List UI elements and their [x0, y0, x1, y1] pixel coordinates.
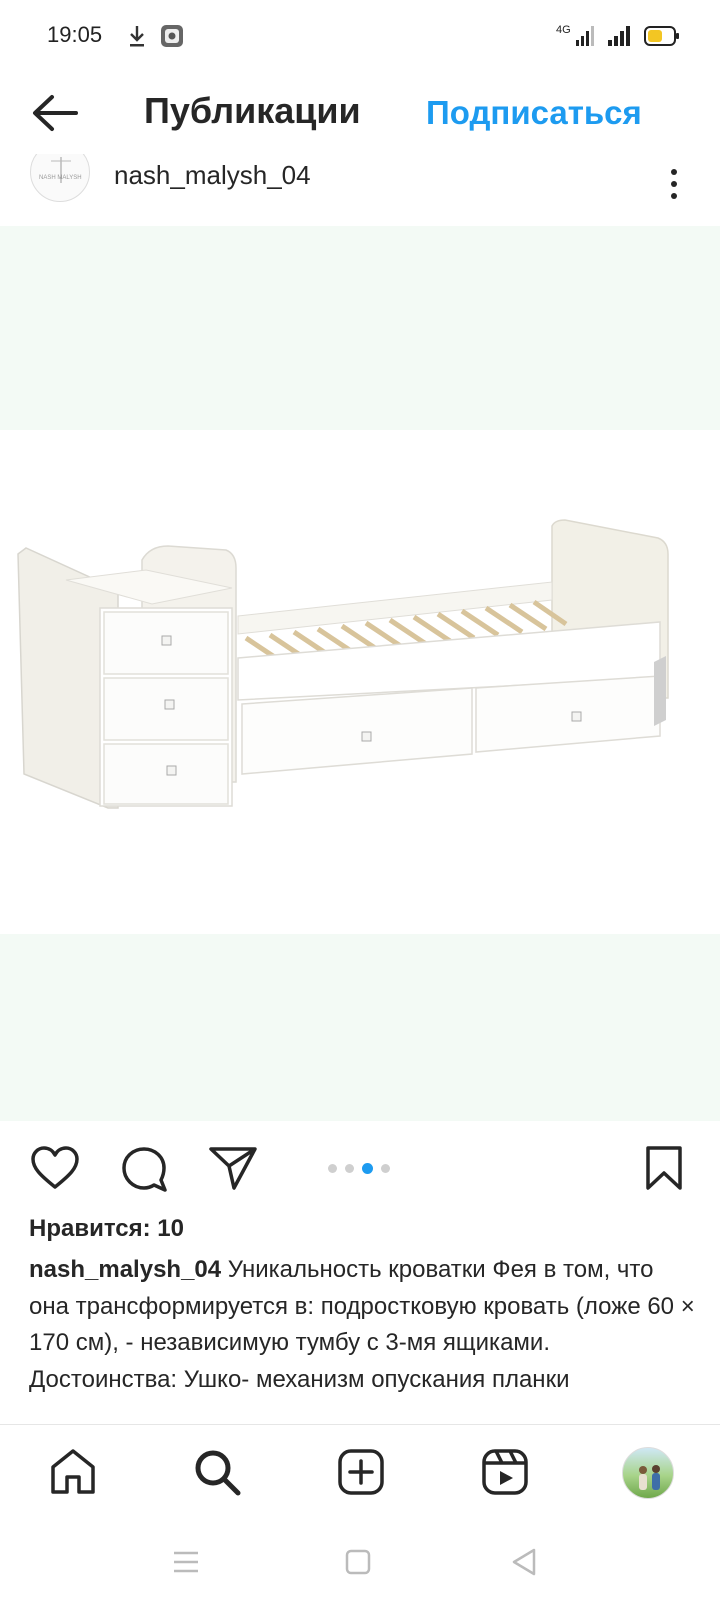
system-navigation [0, 1522, 720, 1600]
reels-icon[interactable] [480, 1447, 530, 1497]
share-icon[interactable] [208, 1145, 258, 1191]
home-square-icon[interactable] [340, 1544, 376, 1580]
status-right: 4G [556, 22, 680, 50]
home-icon[interactable] [48, 1447, 98, 1497]
bookmark-icon[interactable] [644, 1145, 684, 1191]
battery-icon [644, 26, 679, 46]
svg-text:4G: 4G [556, 24, 571, 36]
status-bar: 19:05 4G [0, 0, 720, 72]
crib-illustration [17, 519, 669, 809]
menu-icon[interactable] [168, 1544, 204, 1580]
arrow-left-icon[interactable] [30, 92, 80, 134]
post-author-username[interactable]: nash_malysh_04 [114, 160, 311, 191]
download-icon [130, 26, 144, 47]
back-triangle-icon[interactable] [506, 1544, 542, 1580]
post-image[interactable] [0, 226, 720, 1121]
post-image-content [0, 430, 720, 934]
avatar-logo-icon: NASH MALYSH [39, 157, 82, 183]
post-actions [0, 1121, 720, 1203]
carousel-dot-active [362, 1163, 373, 1174]
comment-icon[interactable] [120, 1145, 168, 1193]
post-author-avatar[interactable]: NASH MALYSH [30, 154, 90, 202]
carousel-dot [328, 1164, 337, 1173]
signal-4g-icon: 4G [556, 24, 594, 46]
more-options-icon[interactable] [664, 166, 684, 202]
top-header: Публикации Подписаться [0, 72, 720, 154]
notification-icon [161, 25, 183, 47]
status-time: 19:05 [47, 22, 103, 47]
caption-username[interactable]: nash_malysh_04 [29, 1256, 221, 1283]
signal-icon [608, 26, 630, 46]
carousel-indicator [328, 1163, 390, 1174]
heart-icon[interactable] [30, 1145, 80, 1191]
carousel-dot [345, 1164, 354, 1173]
profile-photo [639, 1465, 660, 1490]
profile-avatar[interactable] [622, 1447, 674, 1499]
post-header: NASH MALYSH nash_malysh_04 [0, 154, 720, 224]
search-icon[interactable] [192, 1447, 242, 1497]
likes-count[interactable]: Нравится: 10 [29, 1215, 184, 1243]
subscribe-button[interactable]: Подписаться [426, 94, 642, 132]
carousel-dot [381, 1164, 390, 1173]
page-title: Публикации [144, 90, 361, 131]
add-post-icon[interactable] [336, 1447, 386, 1497]
bottom-navigation [0, 1424, 720, 1522]
svg-text:NASH MALYSH: NASH MALYSH [39, 175, 82, 181]
post-caption: nash_malysh_04 Уникальность кроватки Фея… [29, 1252, 699, 1424]
